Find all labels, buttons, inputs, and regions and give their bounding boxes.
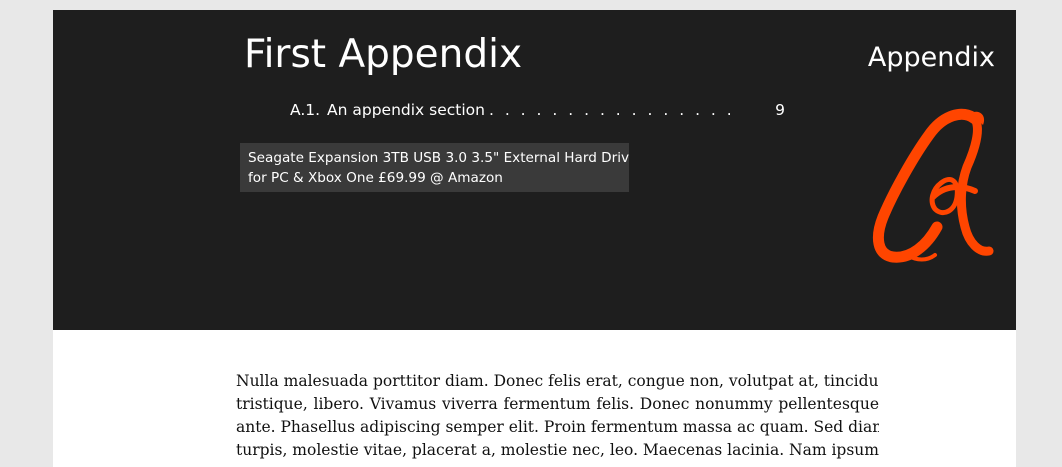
document-page: First Appendix Appendix A.1. An appendix…	[53, 10, 1016, 467]
part-label: Appendix	[867, 42, 995, 73]
body-line: Nulla malesuada porttitor diam. Donec fe…	[236, 372, 879, 390]
body-paragraph: Nulla malesuada porttitor diam. Donec fe…	[236, 370, 879, 462]
toc-dot-leader: . . . . . . . . . . . . . . . . . . . . …	[488, 101, 743, 119]
toc-entry-number: A.1.	[290, 101, 321, 119]
chapter-header: First Appendix Appendix A.1. An appendix…	[53, 10, 1016, 330]
decorative-initial-a-icon	[872, 108, 994, 263]
body-line: tristique, libero. Vivamus viverra ferme…	[236, 395, 879, 413]
body-line: turpis, molestie vitae, placerat a, mole…	[236, 441, 879, 459]
tooltip-line-2: for PC & Xbox One £69.99 @ Amazon	[248, 170, 503, 186]
body-line: ante. Phasellus adipiscing semper elit. …	[236, 418, 879, 436]
toc-entry-title: An appendix section	[327, 101, 485, 119]
toc-entry-page: 9	[775, 101, 785, 119]
tooltip-line-1: Seagate Expansion 3TB USB 3.0 3.5" Exter…	[248, 150, 629, 166]
chapter-title: First Appendix	[244, 32, 523, 77]
link-tooltip: Seagate Expansion 3TB USB 3.0 3.5" Exter…	[240, 143, 629, 192]
toc-entry-a1[interactable]: A.1. An appendix section . . . . . . . .…	[290, 98, 785, 122]
